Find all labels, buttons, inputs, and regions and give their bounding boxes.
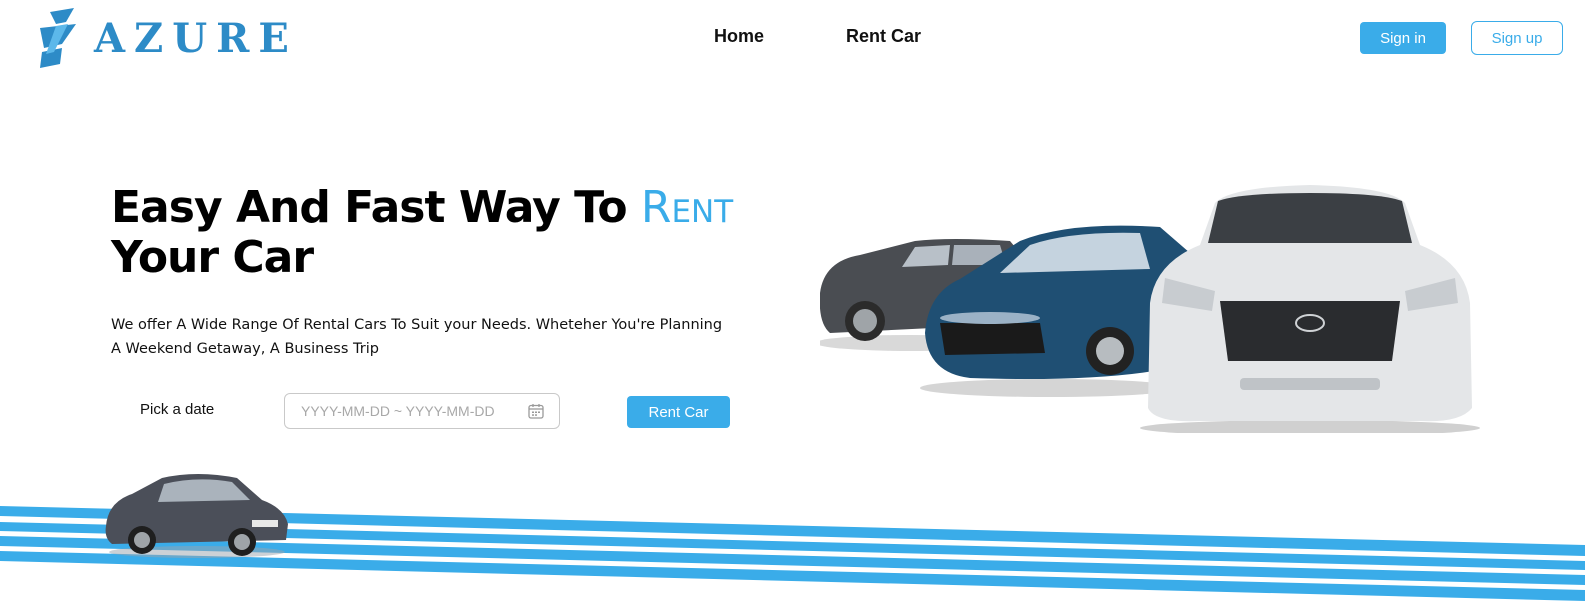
azure-logo-icon — [40, 8, 76, 68]
calendar-icon[interactable] — [527, 402, 545, 420]
headline-end: Your Car — [111, 232, 314, 283]
nav-home[interactable]: Home — [714, 26, 764, 47]
sign-up-button[interactable]: Sign up — [1471, 21, 1563, 55]
silver-sedan-image — [1140, 185, 1480, 433]
hero-cars-image — [820, 185, 1480, 433]
brand-logo[interactable]: AZURE — [36, 8, 298, 68]
nav-rent-car[interactable]: Rent Car — [846, 26, 921, 47]
headline-main: Easy And Fast Way To — [111, 182, 628, 233]
pick-date-label: Pick a date — [140, 401, 215, 418]
rent-car-button[interactable]: Rent Car — [627, 396, 730, 428]
headline-accent: Rent — [640, 182, 734, 233]
small-car-image — [105, 474, 288, 558]
sign-in-button[interactable]: Sign in — [1360, 22, 1446, 54]
date-range-picker[interactable] — [284, 393, 560, 429]
brand-name: AZURE — [94, 14, 298, 62]
date-range-input[interactable] — [299, 402, 527, 420]
hero-headline: Easy And Fast Way To Rent Your Car — [111, 183, 733, 283]
hero-description: We offer A Wide Range Of Rental Cars To … — [111, 317, 723, 357]
